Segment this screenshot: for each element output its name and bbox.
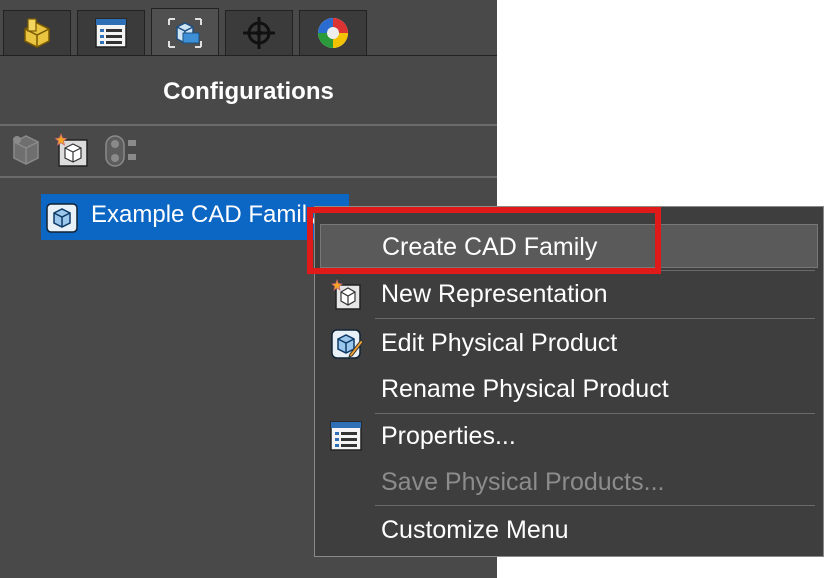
menu-item-properties[interactable]: Properties... [320, 414, 818, 458]
crosshair-icon [243, 17, 275, 49]
toggle-icon [105, 135, 136, 167]
tab-bar-divider [0, 55, 497, 56]
new-representation-icon [330, 278, 364, 318]
menu-item-customize-menu[interactable]: Customize Menu [320, 508, 818, 552]
cad-family-icon [46, 203, 78, 237]
menu-item-label: Create CAD Family [382, 233, 598, 261]
menu-item-label: New Representation [381, 280, 608, 308]
menu-item-create-cad-family[interactable]: Create CAD Family [320, 224, 818, 268]
menu-item-edit-physical-product[interactable]: Edit Physical Product [320, 321, 818, 365]
panel-tab-bar [0, 0, 497, 56]
menu-item-save-physical-products: Save Physical Products... [320, 460, 818, 504]
menu-separator [375, 318, 815, 319]
tab-appearance[interactable] [299, 10, 367, 56]
menu-item-rename-physical-product[interactable]: Rename Physical Product [320, 367, 818, 411]
panel-title: Configurations [163, 78, 334, 105]
menu-item-label: Rename Physical Product [381, 375, 669, 403]
configurations-icon [168, 17, 202, 48]
tab-part[interactable] [3, 10, 71, 56]
tab-list[interactable] [77, 10, 145, 56]
menu-item-new-representation[interactable]: New Representation [320, 272, 818, 316]
menu-item-label: Properties... [381, 422, 516, 450]
menu-item-label: Save Physical Products... [381, 468, 665, 496]
menu-item-label: Edit Physical Product [381, 329, 618, 357]
list-icon [95, 18, 127, 48]
configuration-tool-icon [13, 135, 39, 165]
properties-icon [330, 421, 362, 458]
tree-item-example-cad-family[interactable]: Example CAD Family [41, 194, 349, 240]
tree-item-label: Example CAD Family [91, 201, 320, 228]
appearance-icon [318, 18, 348, 48]
tab-crosshair[interactable] [225, 10, 293, 56]
new-representation-icon [54, 132, 88, 167]
part-icon [24, 18, 50, 48]
toolbar-divider [0, 176, 497, 178]
edit-physical-product-icon [330, 328, 364, 367]
new-representation-button[interactable] [53, 132, 93, 172]
title-divider [0, 124, 497, 126]
configuration-tool-button[interactable] [8, 132, 44, 172]
tab-configurations[interactable] [151, 8, 219, 56]
context-menu: Create CAD Family New Representation Edi… [314, 206, 824, 557]
menu-separator [375, 505, 815, 506]
menu-separator [375, 270, 815, 271]
menu-item-label: Customize Menu [381, 516, 569, 544]
toggle-button[interactable] [104, 132, 140, 172]
